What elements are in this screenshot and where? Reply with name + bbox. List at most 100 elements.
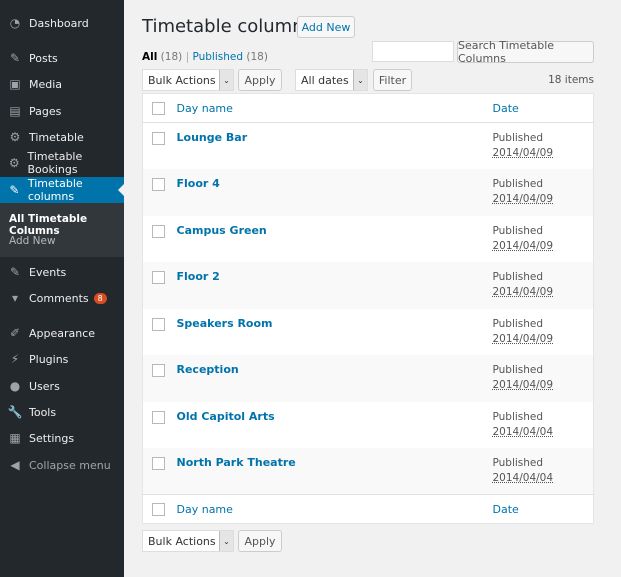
plugin-icon: ⚡ [10,352,20,366]
sort-date[interactable]: Date [493,102,519,115]
comment-icon: ▾ [11,291,19,305]
row-checkbox[interactable] [152,457,165,470]
row-checkbox[interactable] [152,132,165,145]
sidebar-item-users[interactable]: ● Users [0,373,124,399]
admin-sidebar: All Timetable Columns Add New ◔ Dashboard… [0,0,124,577]
sidebar-item-events[interactable]: ✎ Events [0,259,124,285]
sidebar-item-pages[interactable]: ▤ Pages [0,98,124,124]
sidebar-item-label: Users [29,379,60,393]
apply-button[interactable]: Apply [238,69,282,91]
row-status: Published [492,410,544,423]
sidebar-item-collapse-menu[interactable]: ◀ Collapse menu [0,452,124,478]
sidebar-item-tools[interactable]: 🔧 Tools [0,399,124,425]
sidebar-item-posts[interactable]: ✎ Posts [0,45,124,71]
row-status: Published [492,132,544,144]
status-filters: All (18) | Published (18) [142,51,268,63]
chevron-down-icon: ⌄ [219,70,233,90]
items-count: 18 items [548,74,594,86]
gear-icon: ⚙ [8,156,20,170]
sidebar-item-label: Comments [29,291,89,305]
row-status: Published [492,224,544,237]
table-row: Floor 4 Published 2014/04/09 [142,169,594,216]
table-footer: Day name Date [142,494,594,524]
search-input[interactable] [372,41,454,62]
sidebar-item-comments[interactable]: ▾ Comments 8 [0,285,124,311]
sidebar-item-appearance[interactable]: ✐ Appearance [0,320,124,346]
dates-value: All dates [301,73,349,87]
bulk-actions-value: Bulk Actions [148,534,216,548]
sidebar-item-label: Posts [29,51,58,65]
select-all-checkbox-bottom[interactable] [152,503,165,516]
table-header: Day name Date [142,94,594,123]
sidebar-item-label: Settings [29,431,75,445]
filter-published[interactable]: Published [192,51,243,63]
published-count: (18) [246,51,268,63]
sidebar-item-media[interactable]: ▣ Media [0,71,124,97]
sidebar-item-settings[interactable]: ▦ Settings [0,425,124,451]
row-date: 2014/04/09 [492,332,554,345]
sort-date-bottom[interactable]: Date [493,503,519,516]
row-status: Published [492,178,544,190]
sidebar-item-label: Tools [29,405,57,419]
filter-button[interactable]: Filter [373,69,412,91]
row-checkbox[interactable] [152,410,165,424]
brush-icon: ✐ [9,326,21,340]
row-checkbox[interactable] [152,178,165,191]
bulk-actions-select-bottom[interactable]: Bulk Actions ⌄ [142,530,234,552]
table-row: North Park Theatre Published 2014/04/04 [142,448,594,495]
row-status: Published [492,457,544,469]
row-checkbox[interactable] [152,271,165,284]
table-row: Floor 2 Published 2014/04/09 [142,262,594,309]
add-new-button[interactable]: Add New [297,16,355,38]
sort-day-name-bottom[interactable]: Day name [177,503,233,516]
sidebar-item-label: Pages [29,104,62,118]
row-status: Published [492,317,544,330]
row-title-link[interactable]: Old Capitol Arts [177,410,275,423]
row-date: 2014/04/04 [492,472,554,484]
wrench-icon: 🔧 [7,405,23,419]
dashboard-icon: ◔ [9,16,21,30]
submenu-all-timetable-columns[interactable]: All Timetable Columns [9,213,124,237]
row-checkbox[interactable] [152,224,165,238]
dates-select[interactable]: All dates ⌄ [295,69,368,91]
table-row: Campus Green Published 2014/04/09 [143,216,594,263]
select-all-checkbox[interactable] [152,102,165,115]
all-count: (18) [160,51,183,63]
table-row: Lounge Bar Published 2014/04/09 [143,123,594,170]
sidebar-item-dashboard[interactable]: ◔ Dashboard [0,10,124,36]
sort-day-name[interactable]: Day name [177,102,233,115]
user-icon: ● [9,379,21,393]
table-row: Old Capitol Arts Published 2014/04/04 [143,402,594,449]
row-title-link[interactable]: Floor 4 [177,177,220,190]
search-button[interactable]: Search Timetable Columns [457,39,594,65]
pin-icon: ✎ [9,51,21,65]
row-title-link[interactable]: Speakers Room [177,317,273,330]
row-title-link[interactable]: Floor 2 [177,270,220,283]
sidebar-item-label: Media [29,77,63,91]
pages-icon: ▤ [9,104,21,118]
submenu-add-new[interactable]: Add New [9,235,56,247]
media-icon: ▣ [9,77,21,91]
sidebar-item-timetable-columns[interactable]: ✎ Timetable columns [0,177,124,203]
row-title-link[interactable]: Reception [177,363,239,376]
sidebar-item-timetable-bookings[interactable]: ⚙ Timetable Bookings [0,150,124,176]
row-title-link[interactable]: North Park Theatre [177,456,296,469]
bulk-actions-select[interactable]: Bulk Actions ⌄ [142,69,234,91]
sidebar-item-timetable[interactable]: ⚙ Timetable [0,124,124,150]
submenu: All Timetable Columns Add New [0,203,124,257]
row-checkbox[interactable] [152,317,165,331]
filter-all[interactable]: All [142,51,157,63]
sidebar-item-label: Events [29,265,67,279]
row-title-link[interactable]: Lounge Bar [177,131,248,144]
row-date: 2014/04/09 [492,193,554,205]
row-title-link[interactable]: Campus Green [177,224,267,237]
row-date: 2014/04/09 [492,147,554,159]
table-row: Speakers Room Published 2014/04/09 [143,309,594,356]
apply-button-bottom[interactable]: Apply [238,530,282,552]
sidebar-item-label: Timetable columns [27,177,83,203]
sidebar-item-label: Appearance [29,326,96,340]
row-checkbox[interactable] [152,364,165,377]
bulk-actions-value: Bulk Actions [148,73,216,87]
sidebar-item-label: Timetable [29,130,84,144]
sidebar-item-plugins[interactable]: ⚡ Plugins [0,346,124,372]
